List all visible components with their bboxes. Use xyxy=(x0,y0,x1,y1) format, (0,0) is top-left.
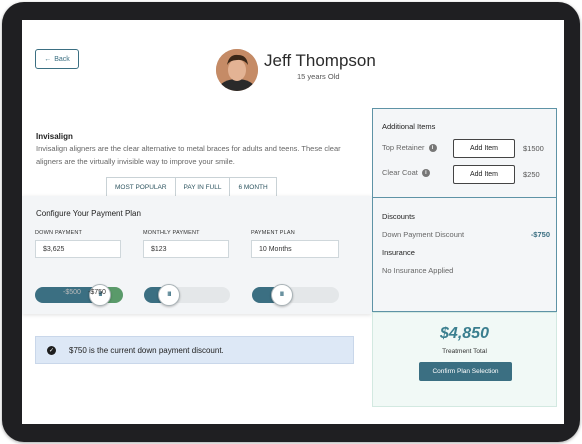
patient-name: Jeff Thompson xyxy=(264,51,376,70)
down-payment-field: DOWN PAYMENT $3,625 xyxy=(35,230,121,258)
top-retainer-price: $1500 xyxy=(523,144,544,153)
insurance-title: Insurance xyxy=(382,248,415,257)
down-payment-discount-value: -$750 xyxy=(530,230,550,239)
down-payment-label: DOWN PAYMENT xyxy=(35,230,83,236)
treatment-total-amount: $4,850 xyxy=(440,325,489,342)
insurance-status: No Insurance Applied xyxy=(382,266,454,275)
discount-info-text: $750 is the current down payment discoun… xyxy=(69,345,224,355)
monthly-payment-slider[interactable]: III xyxy=(144,284,230,306)
product-description: Invisalign aligners are the clear altern… xyxy=(36,144,341,166)
product-title: Invisalign xyxy=(36,132,73,141)
back-label: Back xyxy=(54,55,70,63)
arrow-left-icon: ← xyxy=(44,55,52,63)
discount-info-banner: ✓ $750 is the current down payment disco… xyxy=(35,336,354,364)
clear-coat-row-label: Clear Coat i xyxy=(382,168,430,177)
patient-age: 15 years Old xyxy=(297,72,340,81)
avatar xyxy=(216,49,258,91)
payment-plan-panel: Configure Your Payment Plan DOWN PAYMENT… xyxy=(22,196,372,314)
treatment-total-label: Treatment Total xyxy=(442,348,487,355)
down-payment-range-min: -$500 xyxy=(63,289,81,296)
tab-pay-in-full[interactable]: PAY IN FULL xyxy=(174,177,231,197)
down-payment-discount-label: Down Payment Discount xyxy=(382,230,465,239)
summary-divider xyxy=(373,197,556,198)
clear-coat-price: $250 xyxy=(523,170,540,179)
down-payment-range-max: -$750 xyxy=(88,289,106,296)
info-icon[interactable]: i xyxy=(421,168,430,177)
payment-plan-label: PAYMENT PLAN xyxy=(251,230,295,236)
additional-items-title: Additional Items xyxy=(382,122,436,131)
down-payment-input[interactable]: $3,625 xyxy=(35,240,121,258)
payment-plan-input[interactable]: 10 Months xyxy=(251,240,339,258)
back-button[interactable]: ← Back xyxy=(35,49,79,69)
add-clear-coat-button[interactable]: Add Item xyxy=(453,165,515,184)
clear-coat-label: Clear Coat xyxy=(382,168,418,177)
payment-plan-slider-handle[interactable]: III xyxy=(270,284,293,306)
avatar-photo xyxy=(216,49,258,91)
check-circle-icon: ✓ xyxy=(47,345,56,355)
top-retainer-row-label: Top Retainer i xyxy=(382,143,437,152)
monthly-payment-field: MONTHLY PAYMENT $123 xyxy=(143,230,229,258)
app-screen: ← Back Jeff Thompson 15 years Old Invisa… xyxy=(22,20,564,424)
monthly-payment-input[interactable]: $123 xyxy=(143,240,229,258)
payment-plan-title: Configure Your Payment Plan xyxy=(36,209,141,218)
monthly-payment-slider-handle[interactable]: III xyxy=(158,284,181,306)
confirm-plan-button[interactable]: Confirm Plan Selection xyxy=(419,362,512,381)
discounts-title: Discounts xyxy=(382,212,415,221)
summary-panel: Additional Items Top Retainer i Add Item… xyxy=(372,108,557,312)
monthly-payment-label: MONTHLY PAYMENT xyxy=(143,230,200,236)
tab-6-month[interactable]: 6 MONTH xyxy=(229,177,277,197)
payment-plan-field: PAYMENT PLAN 10 Months xyxy=(251,230,339,258)
info-icon[interactable]: i xyxy=(428,143,437,152)
tablet-frame: ← Back Jeff Thompson 15 years Old Invisa… xyxy=(2,2,580,442)
payment-plan-slider[interactable]: III xyxy=(252,284,339,306)
add-top-retainer-button[interactable]: Add Item xyxy=(453,139,515,158)
top-retainer-label: Top Retainer xyxy=(382,143,425,152)
plan-tabs: MOST POPULAR PAY IN FULL 6 MONTH xyxy=(106,177,277,197)
treatment-total-panel: $4,850 Treatment Total Confirm Plan Sele… xyxy=(372,312,557,407)
tab-most-popular[interactable]: MOST POPULAR xyxy=(106,177,176,197)
